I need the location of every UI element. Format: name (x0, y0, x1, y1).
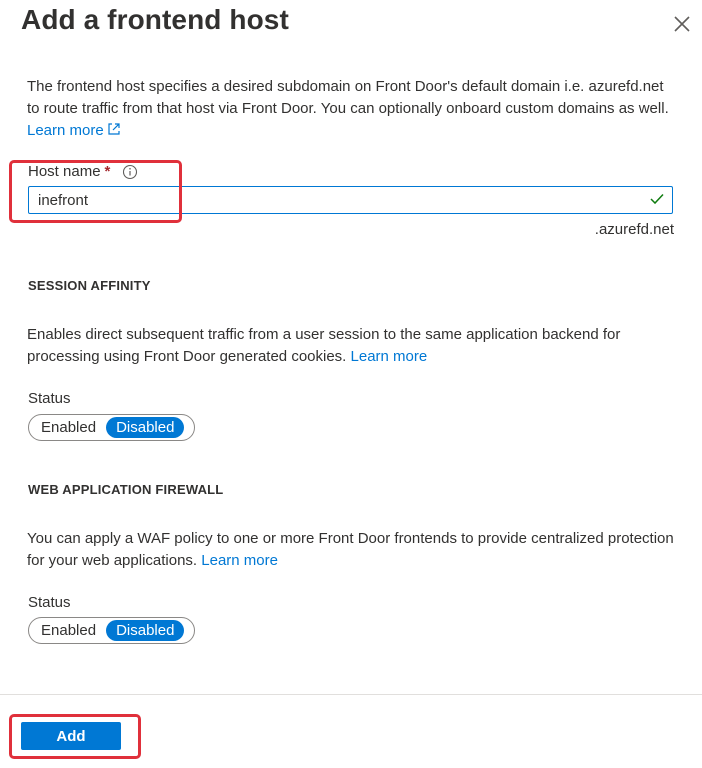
session-affinity-heading: SESSION AFFINITY (28, 278, 151, 293)
waf-toggle[interactable]: Enabled Disabled (28, 617, 195, 644)
add-button[interactable]: Add (21, 722, 121, 750)
session-affinity-status-label: Status (28, 390, 71, 407)
external-link-icon (108, 123, 120, 135)
session-affinity-description: Enables direct subsequent traffic from a… (27, 326, 621, 365)
learn-more-link[interactable]: Learn more (27, 122, 121, 139)
close-icon[interactable] (670, 12, 694, 36)
footer-divider (0, 694, 702, 695)
waf-disabled-option[interactable]: Disabled (106, 620, 185, 641)
domain-suffix: .azurefd.net (594, 221, 674, 238)
waf-status-label: Status (28, 594, 71, 611)
host-name-field[interactable] (28, 186, 673, 214)
panel-title: Add a frontend host (21, 4, 289, 35)
waf-learn-more-link[interactable]: Learn more (201, 552, 278, 569)
waf-description: You can apply a WAF policy to one or mor… (27, 530, 674, 569)
session-affinity-toggle[interactable]: Enabled Disabled (28, 414, 195, 441)
host-name-label: Host name * (28, 162, 138, 182)
info-icon[interactable] (122, 164, 138, 180)
checkmark-icon (650, 193, 664, 205)
waf-heading: WEB APPLICATION FIREWALL (28, 482, 224, 497)
session-affinity-enabled-option[interactable]: Enabled (31, 417, 106, 438)
session-affinity-disabled-option[interactable]: Disabled (106, 417, 185, 438)
required-indicator: * (104, 163, 111, 180)
host-name-input[interactable] (38, 190, 628, 210)
panel-description: The frontend host specifies a desired su… (27, 78, 669, 139)
session-affinity-learn-more-link[interactable]: Learn more (351, 348, 428, 365)
waf-enabled-option[interactable]: Enabled (31, 620, 106, 641)
close-button[interactable] (670, 12, 694, 36)
